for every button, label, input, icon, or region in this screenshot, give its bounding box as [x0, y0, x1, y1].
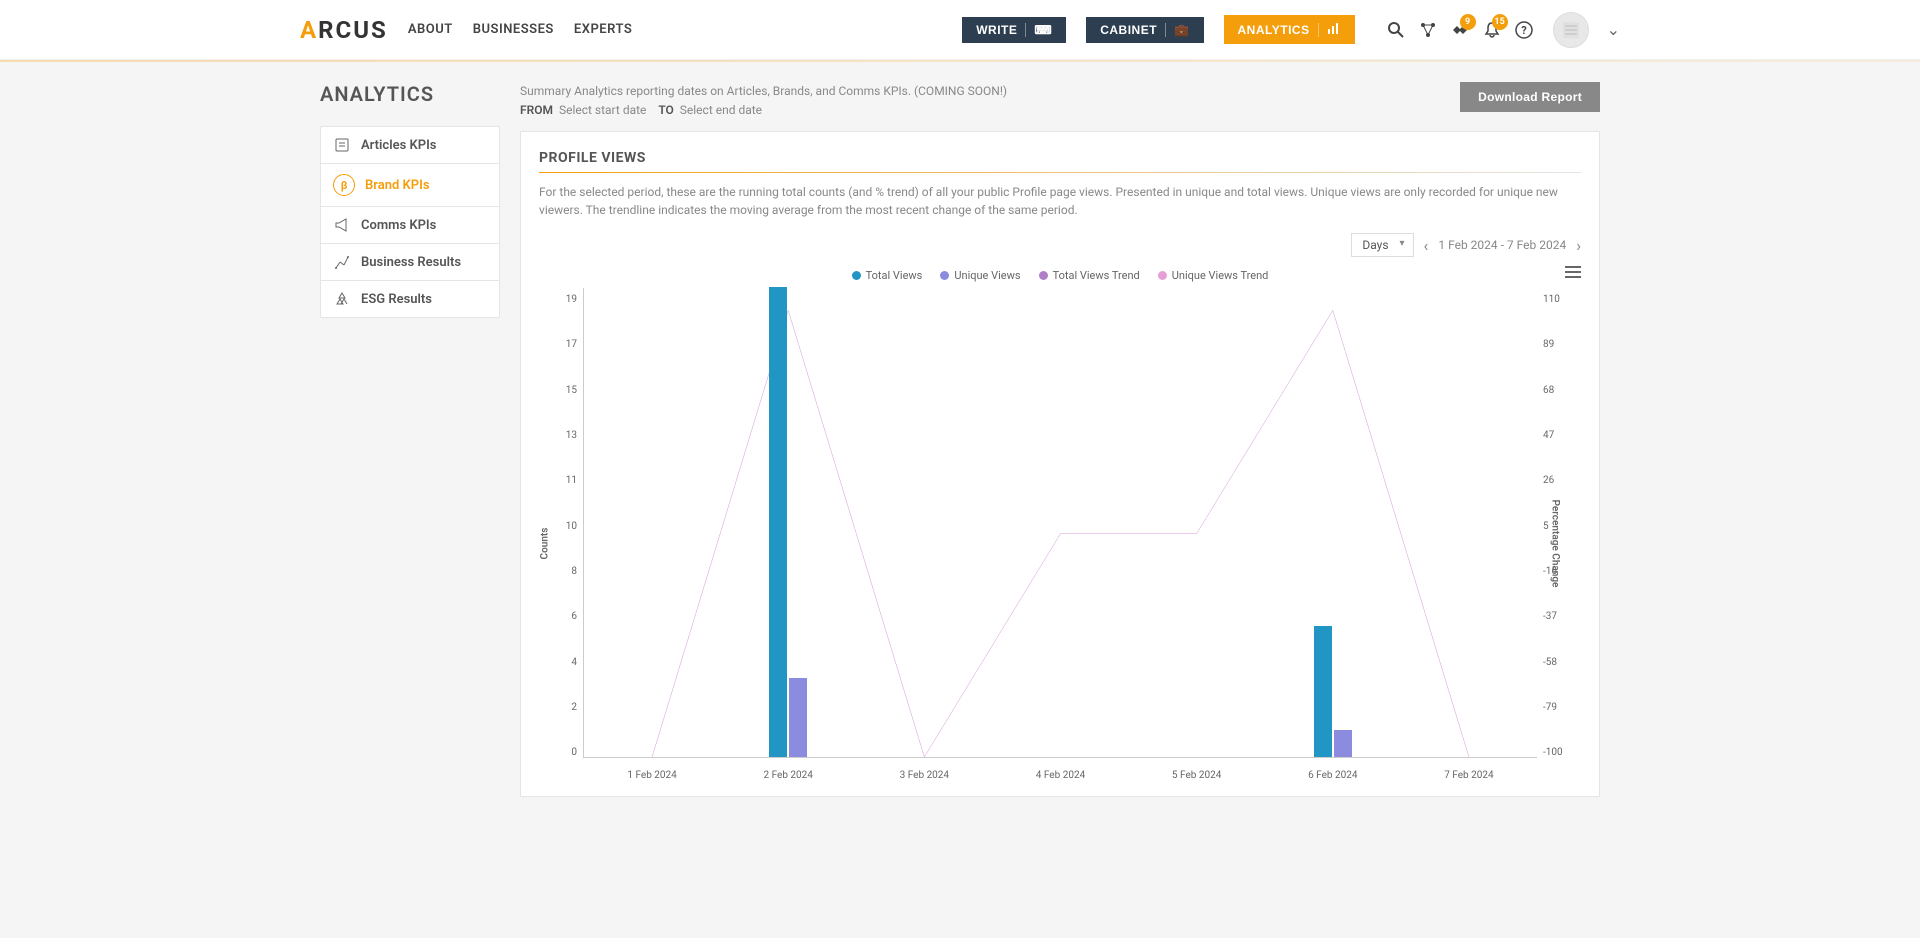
next-period-icon[interactable]: › — [1576, 236, 1581, 255]
prev-period-icon[interactable]: ‹ — [1424, 236, 1429, 255]
chart: Counts 19171513111086420 1 Feb 20242 Feb… — [539, 288, 1581, 788]
chart-legend: Total Views Unique Views Total Views Tre… — [539, 269, 1581, 282]
to-date-input[interactable]: Select end date — [680, 103, 762, 117]
x-axis-labels: 1 Feb 20242 Feb 20243 Feb 20244 Feb 2024… — [584, 770, 1537, 781]
chevron-down-icon[interactable]: ⌄ — [1607, 20, 1620, 39]
card-title: PROFILE VIEWS — [539, 150, 1581, 166]
card-divider — [539, 172, 1581, 173]
logo[interactable]: ARCUS — [300, 16, 388, 44]
chart-plot: 1 Feb 20242 Feb 20243 Feb 20244 Feb 2024… — [583, 288, 1537, 758]
search-icon[interactable] — [1387, 21, 1405, 39]
from-label: FROM — [520, 103, 553, 117]
sidebar-item-label: Business Results — [361, 255, 461, 270]
network-icon[interactable] — [1419, 21, 1437, 39]
sidebar-item-brand[interactable]: β Brand KPIs — [321, 164, 499, 207]
articles-icon — [333, 137, 351, 153]
legend-total-trend[interactable]: Total Views Trend — [1039, 269, 1140, 282]
legend-total-views[interactable]: Total Views — [852, 269, 923, 282]
download-report-button[interactable]: Download Report — [1460, 82, 1600, 112]
megaphone-icon — [333, 217, 351, 233]
sidebar-item-business[interactable]: Business Results — [321, 244, 499, 281]
date-range: 1 Feb 2024 - 7 Feb 2024 — [1438, 238, 1566, 252]
profile-views-card: PROFILE VIEWS For the selected period, t… — [520, 131, 1600, 797]
help-icon[interactable]: ? — [1515, 21, 1533, 39]
sidebar-item-label: ESG Results — [361, 292, 432, 307]
nav-businesses[interactable]: BUSINESSES — [473, 22, 554, 37]
from-date-input[interactable]: Select start date — [559, 103, 646, 117]
sidebar: ANALYTICS Articles KPIs β Brand KPIs Com… — [320, 82, 500, 797]
bell-badge: 15 — [1492, 14, 1508, 30]
write-button[interactable]: WRITE ⌨ — [962, 17, 1066, 43]
bell-icon[interactable]: 15 — [1483, 21, 1501, 39]
sidebar-item-comms[interactable]: Comms KPIs — [321, 207, 499, 244]
y-axis-left: Counts 19171513111086420 — [539, 288, 583, 788]
analytics-button[interactable]: ANALYTICS — [1224, 15, 1355, 44]
period-select[interactable]: Days — [1351, 233, 1413, 257]
sidebar-item-label: Articles KPIs — [361, 138, 437, 153]
sidebar-item-label: Comms KPIs — [361, 218, 436, 233]
topbar: ARCUS ABOUT BUSINESSES EXPERTS WRITE ⌨ C… — [0, 0, 1920, 60]
chart-icon — [1327, 21, 1341, 38]
briefcase-icon: 💼 — [1174, 23, 1189, 37]
keyboard-icon: ⌨ — [1034, 23, 1052, 37]
nav-experts[interactable]: EXPERTS — [574, 22, 632, 37]
content: Summary Analytics reporting dates on Art… — [520, 82, 1600, 797]
sidebar-title: ANALYTICS — [320, 82, 500, 106]
y-axis-right: Percentage Change 110896847265-16-37-58-… — [1537, 288, 1581, 788]
summary-text: Summary Analytics reporting dates on Art… — [520, 82, 1007, 101]
legend-unique-trend[interactable]: Unique Views Trend — [1158, 269, 1269, 282]
nav-about[interactable]: ABOUT — [408, 22, 453, 37]
chart-menu-icon[interactable] — [1565, 264, 1581, 283]
dashboard-icon — [333, 254, 351, 270]
handshake-icon[interactable]: 9 — [1451, 21, 1469, 39]
beta-icon: β — [333, 174, 355, 196]
nav-links: ABOUT BUSINESSES EXPERTS — [408, 22, 632, 37]
handshake-badge: 9 — [1460, 14, 1476, 30]
cabinet-button[interactable]: CABINET 💼 — [1086, 17, 1203, 43]
y-right-label: Percentage Change — [1550, 500, 1561, 588]
to-label: TO — [658, 103, 674, 117]
avatar[interactable] — [1553, 12, 1589, 48]
sidebar-item-articles[interactable]: Articles KPIs — [321, 127, 499, 164]
card-description: For the selected period, these are the r… — [539, 183, 1581, 219]
legend-unique-views[interactable]: Unique Views — [940, 269, 1020, 282]
sidebar-item-esg[interactable]: ESG Results — [321, 281, 499, 317]
sidebar-item-label: Brand KPIs — [365, 178, 430, 193]
recycle-icon — [333, 291, 351, 307]
y-left-label: Counts — [539, 528, 550, 560]
svg-text:?: ? — [1521, 24, 1527, 37]
